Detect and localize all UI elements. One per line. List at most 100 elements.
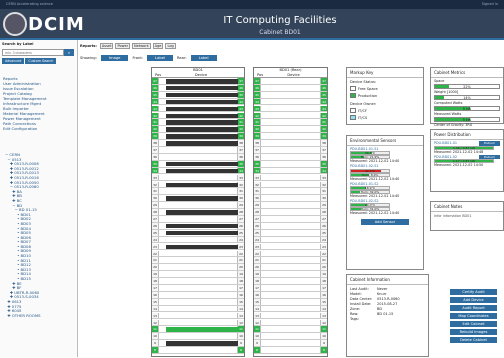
brand[interactable]: DCIM — [28, 14, 85, 35]
rack-unit[interactable]: 19 19 — [152, 271, 244, 278]
delete-cabinet-button[interactable]: Delete Cabinet — [450, 337, 497, 343]
add-sensor-button[interactable]: Add Sensor — [361, 218, 409, 225]
rack-unit[interactable]: 38 38 — [152, 140, 244, 147]
menu-item-edit-configuration[interactable]: Edit Configuration — [3, 126, 47, 131]
rack-unit[interactable]: 17 17 — [152, 285, 244, 292]
rack-unit[interactable]: 32 32 — [254, 181, 327, 189]
rack-unit[interactable]: 47 47 — [152, 78, 244, 85]
custom-search-button[interactable]: Custom Search — [25, 58, 57, 64]
rack-device[interactable] — [166, 161, 238, 167]
rack-unit[interactable]: 16 16 — [152, 291, 244, 299]
rack-unit[interactable]: 88 — [152, 347, 244, 354]
rack-unit[interactable]: 13 13 — [152, 312, 244, 320]
rack-unit[interactable]: 28 28 — [254, 209, 327, 216]
rack-unit[interactable]: 16 16 — [254, 291, 327, 299]
image-button[interactable]: Image — [100, 55, 129, 61]
search-icon[interactable]: ⌕ — [64, 49, 74, 56]
rack-device[interactable] — [166, 223, 238, 229]
search-input[interactable] — [2, 49, 64, 56]
rack-device[interactable] — [166, 127, 238, 132]
advanced-button[interactable]: Advanced — [2, 58, 25, 64]
rack-unit[interactable]: 41 41 — [152, 119, 244, 127]
rack-unit[interactable]: 14 14 — [152, 305, 244, 313]
rack-unit[interactable]: 47 47 — [254, 78, 327, 85]
rebuild-images-button[interactable]: Rebuild Images — [450, 329, 497, 335]
edit-cabinet-button[interactable]: Edit Cabinet — [450, 321, 497, 327]
rack-device[interactable] — [166, 120, 238, 125]
rack-unit[interactable]: 36 36 — [152, 153, 244, 161]
rack-device[interactable] — [166, 113, 238, 118]
rack-unit[interactable]: 20 20 — [254, 264, 327, 272]
rack-unit[interactable]: 27 27 — [254, 216, 327, 223]
rack-unit[interactable]: 30 30 — [254, 195, 327, 203]
report-log[interactable]: Log — [165, 43, 176, 49]
rear-label-button[interactable]: Label — [190, 55, 217, 61]
rack-device[interactable] — [166, 99, 238, 105]
rack-unit[interactable]: 22 22 — [152, 250, 244, 258]
rack-unit[interactable]: 35 35 — [254, 160, 327, 168]
rack-unit[interactable]: 46 46 — [152, 84, 244, 92]
rack-device[interactable] — [166, 79, 238, 84]
rack-unit[interactable]: 12 12 — [152, 319, 244, 327]
rack-unit[interactable]: 44 44 — [152, 98, 244, 106]
logo-icon[interactable] — [3, 12, 27, 36]
rack-unit[interactable]: 19 19 — [254, 271, 327, 278]
rack-unit[interactable]: 23 23 — [254, 243, 327, 251]
rack-unit[interactable]: 32 32 — [152, 181, 244, 189]
signed-in-label[interactable]: Signed in — [482, 2, 498, 7]
report-network[interactable]: Network — [132, 43, 151, 49]
rack-unit[interactable]: 45 45 — [254, 91, 327, 99]
rack-device[interactable] — [166, 141, 238, 146]
rack-unit[interactable]: 42 42 — [152, 112, 244, 120]
rack-unit[interactable]: 27 27 — [152, 216, 244, 223]
rack-unit[interactable]: 43 43 — [152, 105, 244, 113]
rack-unit[interactable]: 21 21 — [254, 257, 327, 265]
rack-unit[interactable]: 43 43 — [254, 105, 327, 113]
rack-unit[interactable]: 14 14 — [254, 305, 327, 313]
rack-unit[interactable]: 20 20 — [152, 264, 244, 272]
rack-device[interactable] — [166, 210, 238, 215]
certify-audit-button[interactable]: Certify Audit — [450, 289, 497, 295]
rack-unit[interactable]: 25 25 — [254, 229, 327, 237]
add-device-button[interactable]: Add Device — [450, 297, 497, 303]
rack-unit[interactable]: 24 24 — [254, 236, 327, 244]
report-power[interactable]: Power — [115, 43, 131, 49]
rack-unit[interactable]: 41 41 — [254, 119, 327, 127]
rack-unit[interactable]: 99 — [152, 340, 244, 347]
rack-unit[interactable]: 42 42 — [254, 112, 327, 120]
rack-unit[interactable]: 44 44 — [254, 98, 327, 106]
rack-unit[interactable]: 45 45 — [152, 91, 244, 99]
rack-unit[interactable]: 31 31 — [254, 188, 327, 196]
rack-unit[interactable]: 29 29 — [152, 202, 244, 209]
rack-unit[interactable]: 39 39 — [254, 133, 327, 140]
map-coordinates-button[interactable]: Map Coordinates — [450, 313, 497, 319]
rack-unit[interactable]: 23 23 — [152, 243, 244, 251]
rack-unit[interactable]: 34 34 — [152, 167, 244, 175]
rack-device[interactable] — [166, 244, 238, 250]
rack-unit[interactable]: 24 24 — [152, 236, 244, 244]
rack-unit[interactable]: 34 34 — [254, 167, 327, 175]
rack-unit[interactable]: 35 35 — [152, 160, 244, 168]
rack-unit[interactable]: 17 17 — [254, 285, 327, 292]
rack-unit[interactable]: 12 12 — [254, 319, 327, 327]
rack-unit[interactable]: 99 — [254, 340, 327, 347]
rack-device[interactable] — [166, 182, 238, 187]
rack-unit[interactable]: 38 38 — [254, 140, 327, 147]
rack-unit[interactable]: 29 29 — [254, 202, 327, 209]
rack-unit[interactable]: 46 46 — [254, 84, 327, 92]
rack-unit[interactable]: 15 15 — [152, 298, 244, 306]
rack-unit[interactable]: 10 10 — [152, 333, 244, 341]
rack-unit[interactable]: 26 26 — [254, 222, 327, 230]
rack-unit[interactable]: 40 40 — [254, 126, 327, 134]
rack-unit[interactable]: 37 37 — [254, 147, 327, 154]
rack-unit[interactable]: 26 26 — [152, 222, 244, 230]
rack-unit[interactable]: 21 21 — [152, 257, 244, 265]
rack-device[interactable] — [166, 134, 238, 139]
rack-unit[interactable]: 40 40 — [152, 126, 244, 134]
rack-unit[interactable]: 33 33 — [152, 174, 244, 182]
rack-unit[interactable]: 15 15 — [254, 298, 327, 306]
rack-unit[interactable]: 11 11 — [152, 326, 244, 334]
rack-unit[interactable]: 25 25 — [152, 229, 244, 237]
rack-unit[interactable]: 18 18 — [254, 278, 327, 285]
rack-unit[interactable]: 10 10 — [254, 333, 327, 341]
